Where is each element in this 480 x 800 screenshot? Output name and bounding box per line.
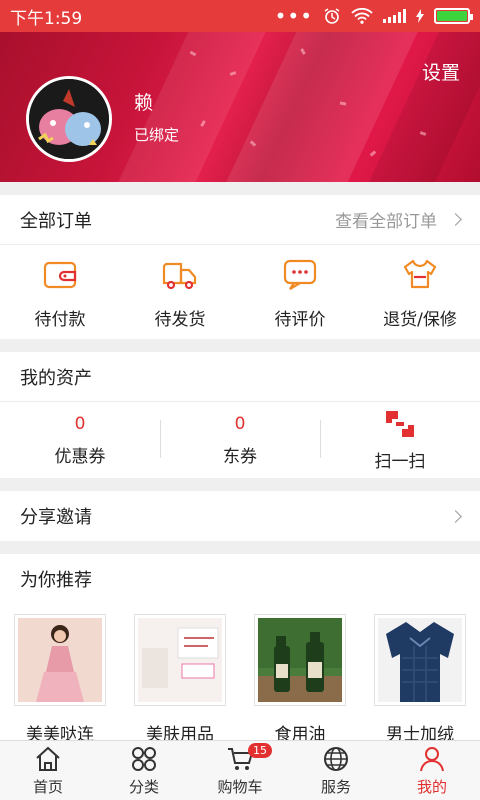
oil-product-image xyxy=(258,618,342,702)
order-pending-review[interactable]: 待评价 xyxy=(240,245,360,339)
coupons-item[interactable]: 0 优惠券 xyxy=(0,402,160,478)
tab-home-label: 首页 xyxy=(32,777,63,796)
tab-service[interactable]: 服务 xyxy=(288,741,384,800)
tab-home[interactable]: 首页 xyxy=(0,741,96,800)
shirt-product-image xyxy=(378,618,462,702)
chevron-right-icon xyxy=(449,509,462,523)
product-name: 美美哒连 xyxy=(26,725,94,740)
product-name: 男士加绒 xyxy=(386,725,454,740)
return-shirt-icon xyxy=(403,259,437,288)
scan-icon xyxy=(386,410,414,437)
product-card[interactable]: 食用油 xyxy=(249,614,351,740)
product-name: 食用油 xyxy=(274,725,326,740)
tab-category-label: 分类 xyxy=(128,777,159,796)
status-time: 下午1:59 xyxy=(10,8,83,29)
view-all-orders-link[interactable]: 查看全部订单 xyxy=(335,207,462,232)
orders-section: 全部订单 查看全部订单 待付款 待发货 待评价 退货/保修 xyxy=(0,195,480,339)
comment-icon xyxy=(283,259,317,290)
tab-profile[interactable]: 我的 xyxy=(384,741,480,800)
coupons-count: 0 xyxy=(74,413,86,434)
tab-service-label: 服务 xyxy=(320,777,351,796)
order-return-repair-label: 退货/保修 xyxy=(383,309,457,330)
share-chevron xyxy=(449,509,462,523)
orders-title: 全部订单 xyxy=(20,210,92,232)
product-card[interactable]: 美美哒连 xyxy=(9,614,111,740)
more-dots-icon: ••• xyxy=(274,4,313,28)
share-section[interactable]: 分享邀请 xyxy=(0,491,480,541)
bind-status: 已绑定 xyxy=(134,126,180,144)
assets-title: 我的资产 xyxy=(20,367,92,389)
order-return-repair[interactable]: 退货/保修 xyxy=(360,245,480,339)
battery-icon xyxy=(434,8,473,24)
service-globe-icon xyxy=(324,746,348,771)
profile-icon xyxy=(420,746,444,771)
settings-button[interactable]: 设置 xyxy=(422,58,460,85)
coupons-label: 优惠券 xyxy=(54,446,106,467)
skincare-product-image xyxy=(138,618,222,702)
order-pending-payment-label: 待付款 xyxy=(34,309,86,330)
truck-icon xyxy=(162,262,197,289)
product-card[interactable]: 美肤用品 xyxy=(129,614,231,740)
view-all-orders-label: 查看全部订单 xyxy=(335,212,437,232)
jd-coupons-item[interactable]: 0 东券 xyxy=(160,402,320,478)
jd-coupons-label: 东券 xyxy=(223,446,257,467)
assets-section: 我的资产 0 优惠券 0 东券 扫一扫 xyxy=(0,352,480,478)
order-pending-shipment-label: 待发货 xyxy=(154,309,206,330)
wallet-icon xyxy=(43,261,77,288)
recommend-title: 为你推荐 xyxy=(20,570,92,591)
avatar[interactable] xyxy=(26,76,112,162)
category-icon xyxy=(132,746,156,771)
tab-cart-label: 购物车 xyxy=(217,777,263,796)
bottom-tab-bar: 首页 分类 15 购物车 服务 我的 xyxy=(0,740,480,800)
order-pending-payment[interactable]: 待付款 xyxy=(0,245,120,339)
scan-item[interactable]: 扫一扫 xyxy=(320,402,480,478)
recommend-section: 为你推荐 美美哒连 美肤用品 食用油 男士加绒 xyxy=(0,554,480,740)
product-name: 美肤用品 xyxy=(146,725,214,740)
wifi-icon xyxy=(351,8,373,24)
chevron-right-icon xyxy=(449,213,462,226)
recommend-header: 为你推荐 xyxy=(0,554,480,604)
signal-icon xyxy=(383,9,406,23)
avatar-image-icon xyxy=(29,79,109,159)
order-pending-shipment[interactable]: 待发货 xyxy=(120,245,240,339)
order-pending-review-label: 待评价 xyxy=(274,309,326,330)
tab-cart[interactable]: 15 购物车 xyxy=(192,741,288,800)
profile-header: 设置 赖 已绑定 xyxy=(0,32,480,182)
tab-profile-label: 我的 xyxy=(416,777,447,796)
username: 赖 xyxy=(134,92,154,114)
scan-label: 扫一扫 xyxy=(374,451,426,472)
share-row[interactable]: 分享邀请 xyxy=(0,491,480,541)
cart-count-badge: 15 xyxy=(248,743,272,758)
jd-coupons-count: 0 xyxy=(234,413,246,434)
share-title: 分享邀请 xyxy=(20,507,92,528)
tab-category[interactable]: 分类 xyxy=(96,741,192,800)
dress-product-image xyxy=(18,618,102,702)
alarm-icon xyxy=(324,8,340,24)
status-bar: 下午1:59 ••• xyxy=(0,0,480,32)
orders-header[interactable]: 全部订单 查看全部订单 xyxy=(0,195,480,245)
product-card[interactable]: 男士加绒 xyxy=(369,614,471,740)
charging-icon xyxy=(416,9,424,23)
home-icon xyxy=(36,746,60,771)
assets-header: 我的资产 xyxy=(0,352,480,402)
